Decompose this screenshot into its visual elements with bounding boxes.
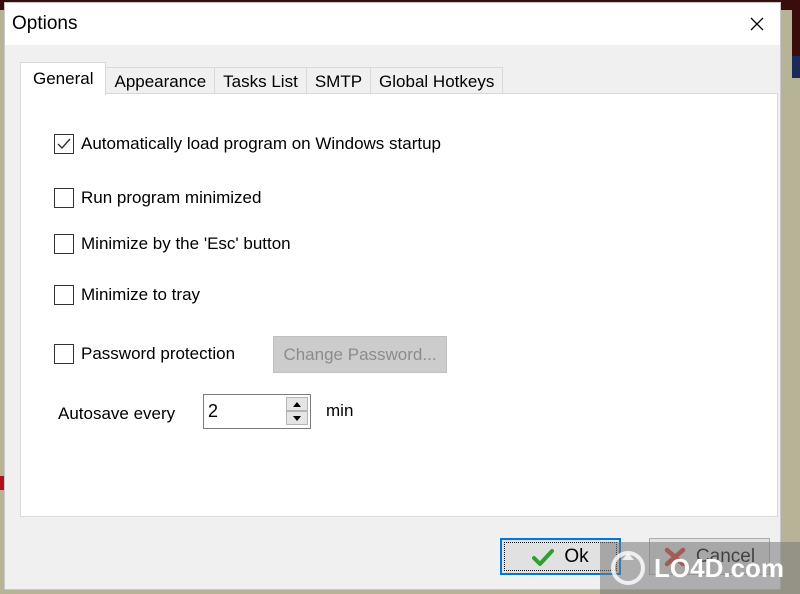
change-password-button[interactable]: Change Password... — [273, 336, 447, 373]
option-run-minimized: Run program minimized — [54, 188, 261, 208]
tab-bar: General Appearance Tasks List SMTP Globa… — [20, 61, 504, 95]
autosave-unit-label: min — [326, 401, 354, 420]
option-minimize-tray: Minimize to tray — [54, 285, 200, 305]
tab-smtp[interactable]: SMTP — [305, 67, 372, 95]
general-tab-panel: Automatically load program on Windows st… — [20, 93, 778, 517]
autosave-spinner — [203, 394, 311, 429]
watermark-text: LO4D.com — [654, 552, 785, 583]
background-window-highlight — [792, 56, 800, 78]
option-minimize-esc: Minimize by the 'Esc' button — [54, 234, 291, 254]
autosave-label: Autosave every — [58, 404, 176, 423]
watermark: LO4D.com — [600, 542, 800, 594]
autoload-checkbox[interactable] — [54, 134, 74, 154]
lo4d-logo-icon — [611, 551, 645, 585]
options-dialog: Options General Appearance Tasks List SM… — [4, 2, 781, 590]
run-minimized-checkbox[interactable] — [54, 188, 74, 208]
close-icon — [750, 17, 764, 31]
minimize-esc-checkbox[interactable] — [54, 234, 74, 254]
close-button[interactable] — [734, 3, 780, 45]
title-bar: Options — [5, 3, 780, 45]
checkmark-icon — [57, 138, 71, 150]
autosave-input[interactable] — [208, 399, 278, 423]
arrow-up-icon — [293, 401, 301, 407]
tab-appearance[interactable]: Appearance — [105, 67, 216, 95]
tab-tasks-list[interactable]: Tasks List — [214, 67, 307, 95]
run-minimized-label: Run program minimized — [81, 188, 262, 207]
minimize-tray-checkbox[interactable] — [54, 285, 74, 305]
password-protection-checkbox[interactable] — [54, 344, 74, 364]
minimize-esc-label: Minimize by the 'Esc' button — [81, 234, 291, 253]
background-window-edge — [792, 0, 800, 60]
password-protection-label: Password protection — [81, 344, 236, 363]
tab-general[interactable]: General — [20, 62, 107, 95]
dialog-title: Options — [12, 13, 78, 34]
autoload-label: Automatically load program on Windows st… — [81, 134, 441, 153]
option-autoload: Automatically load program on Windows st… — [54, 134, 441, 154]
minimize-tray-label: Minimize to tray — [81, 285, 201, 304]
spin-down-button[interactable] — [286, 411, 308, 425]
option-password-protection: Password protection — [54, 344, 235, 364]
arrow-down-icon — [293, 415, 301, 421]
spin-up-button[interactable] — [286, 397, 308, 411]
tab-global-hotkeys[interactable]: Global Hotkeys — [370, 67, 504, 95]
